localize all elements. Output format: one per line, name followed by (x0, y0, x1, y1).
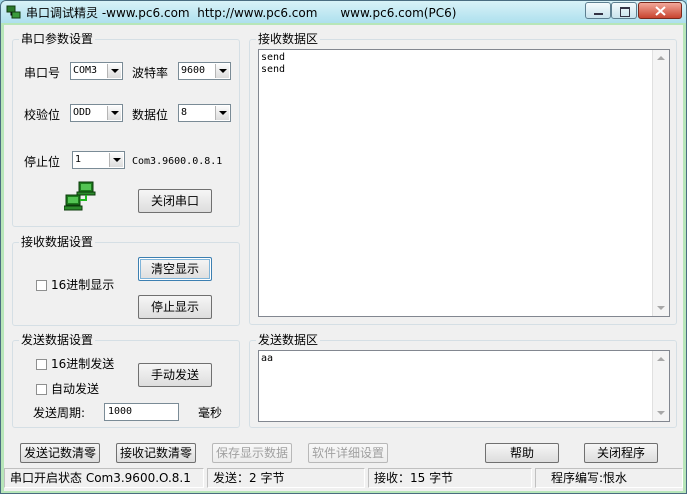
minimize-icon (594, 13, 603, 15)
databits-select[interactable]: 8 (178, 104, 231, 122)
app-icon (6, 5, 21, 19)
port-label: 串口号 (24, 66, 61, 80)
chevron-down-icon[interactable] (107, 106, 121, 120)
period-input[interactable]: 1000 (104, 403, 179, 421)
baud-select[interactable]: 9600 (178, 62, 231, 80)
stopbits-value: 1 (75, 154, 82, 165)
send-scrollbar[interactable] (652, 351, 669, 421)
receive-content: send send (261, 52, 286, 75)
hex-display-checkbox[interactable] (36, 280, 47, 291)
receive-scrollbar[interactable] (652, 50, 669, 316)
window-title: 串口调试精灵 -www.pc6.com http://www.pc6.com w… (26, 6, 457, 20)
chevron-down-icon[interactable] (107, 64, 121, 78)
receive-settings-group: 接收数据设置 16进制显示 清空显示 停止显示 (12, 235, 240, 326)
title-bar[interactable]: 串口调试精灵 -www.pc6.com http://www.pc6.com w… (1, 1, 686, 23)
software-details-button[interactable]: 软件详细设置 (308, 443, 388, 463)
help-button[interactable]: 帮助 (485, 443, 559, 463)
clear-recv-count-button[interactable]: 接收记数清零 (116, 443, 196, 463)
status-port-state: 串口开启状态 Com3.9600.O.8.1 (4, 468, 204, 488)
chevron-down-icon[interactable] (215, 64, 229, 78)
send-settings-group: 发送数据设置 16进制发送 自动发送 手动发送 发送周期: 1000 毫秒 (12, 333, 240, 428)
send-settings-title: 发送数据设置 (19, 333, 96, 348)
app-window: 串口调试精灵 -www.pc6.com http://www.pc6.com w… (0, 0, 687, 494)
auto-send-label: 自动发送 (51, 382, 100, 396)
maximize-button[interactable] (611, 2, 637, 19)
parity-select[interactable]: ODD (70, 104, 123, 122)
receive-area-title: 接收数据区 (256, 32, 321, 47)
manual-send-button[interactable]: 手动发送 (138, 363, 212, 387)
scroll-down-icon[interactable] (657, 306, 665, 310)
close-button[interactable] (638, 2, 682, 19)
receive-area-group: 接收数据区 send send (249, 32, 677, 325)
close-program-button[interactable]: 关闭程序 (584, 443, 658, 463)
minimize-button[interactable] (585, 2, 611, 19)
status-received: 接收：15 字节 (368, 468, 532, 488)
receive-settings-title: 接收数据设置 (19, 235, 96, 250)
send-content: aa (261, 353, 274, 364)
status-bar: 串口开启状态 Com3.9600.O.8.1 发送：2 字节 接收：15 字节 … (4, 466, 683, 490)
send-textarea[interactable]: aa (258, 350, 670, 422)
period-value: 1000 (108, 406, 133, 417)
stopbits-select[interactable]: 1 (72, 151, 125, 169)
period-label: 发送周期: (33, 406, 86, 420)
hex-send-checkbox[interactable] (36, 359, 47, 370)
baud-value: 9600 (181, 65, 206, 76)
send-area-title: 发送数据区 (256, 333, 321, 348)
port-summary: Com3.9600.0.8.1 (132, 156, 223, 167)
baud-label: 波特率 (132, 66, 169, 80)
close-port-button[interactable]: 关闭串口 (138, 189, 212, 213)
databits-value: 8 (181, 107, 188, 118)
chevron-down-icon[interactable] (109, 153, 123, 167)
port-value: COM3 (73, 65, 98, 76)
status-author: 程序编写:恨水 (535, 468, 683, 488)
close-icon (655, 6, 666, 16)
stop-display-button[interactable]: 停止显示 (138, 295, 212, 319)
clear-send-count-button[interactable]: 发送记数清零 (20, 443, 100, 463)
send-area-group: 发送数据区 aa (249, 333, 677, 428)
scroll-up-icon[interactable] (657, 56, 665, 60)
scroll-down-icon[interactable] (657, 411, 665, 415)
hex-send-label: 16进制发送 (51, 357, 115, 371)
scroll-up-icon[interactable] (657, 357, 665, 361)
databits-label: 数据位 (132, 108, 169, 122)
maximize-icon (620, 7, 630, 17)
hex-display-label: 16进制显示 (51, 278, 115, 292)
chevron-down-icon[interactable] (215, 106, 229, 120)
clear-display-button[interactable]: 清空显示 (138, 257, 212, 281)
stopbits-label: 停止位 (24, 155, 61, 169)
period-unit: 毫秒 (198, 406, 223, 420)
connection-icon (64, 181, 96, 211)
receive-textarea[interactable]: send send (258, 49, 670, 317)
port-settings-title: 串口参数设置 (19, 32, 96, 47)
parity-label: 校验位 (24, 108, 61, 122)
status-sent: 发送：2 字节 (207, 468, 365, 488)
save-display-button[interactable]: 保存显示数据 (212, 443, 292, 463)
port-select[interactable]: COM3 (70, 62, 123, 80)
auto-send-checkbox[interactable] (36, 384, 47, 395)
port-settings-group: 串口参数设置 串口号 COM3 波特率 9600 校验位 ODD 数据位 8 停… (12, 32, 240, 227)
parity-value: ODD (73, 107, 92, 118)
client-area: 串口参数设置 串口号 COM3 波特率 9600 校验位 ODD 数据位 8 停… (4, 25, 683, 491)
